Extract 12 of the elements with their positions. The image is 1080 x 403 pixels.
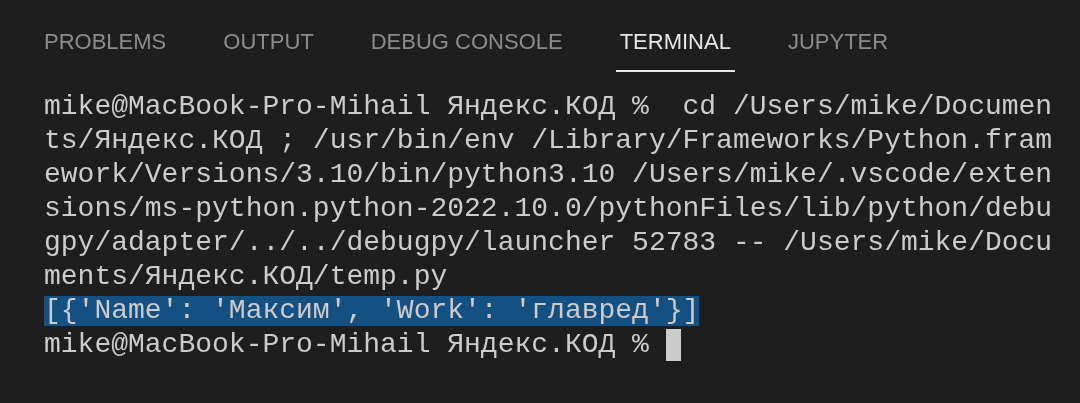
panel-tab[interactable]: OUTPUT [219, 24, 318, 72]
panel-tab[interactable]: JUPYTER [783, 24, 893, 72]
terminal-line: ework/Versions/3.10/bin/python3.10 /Users/mike/.vscode/exten [44, 160, 1053, 190]
terminal-line: sions/ms-python.python-2022.10.0/pythonFiles/lib/python/debu [44, 194, 1053, 224]
terminal-line: gpy/adapter/../../debugpy/launcher 52783 -- /Users/mike/Docu [44, 228, 1053, 258]
panel-tab[interactable]: DEBUG CONSOLE [366, 24, 567, 72]
terminal-line: ts/Яндекс.КОД ; /usr/bin/env /Library/Frameworks/Python.fram [44, 126, 1053, 156]
terminal-line: mike@MacBook-Pro-Mihail Яндекс.КОД % [44, 330, 650, 360]
panel-tab[interactable]: PROBLEMS [40, 24, 171, 72]
terminal-line: mike@MacBook-Pro-Mihail Яндекс.КОД % cd /Users/mike/Documen [44, 92, 1053, 122]
terminal-line: ments/Яндекс.КОД/temp.py [44, 262, 448, 292]
panel-tab[interactable]: TERMINAL [615, 24, 735, 72]
